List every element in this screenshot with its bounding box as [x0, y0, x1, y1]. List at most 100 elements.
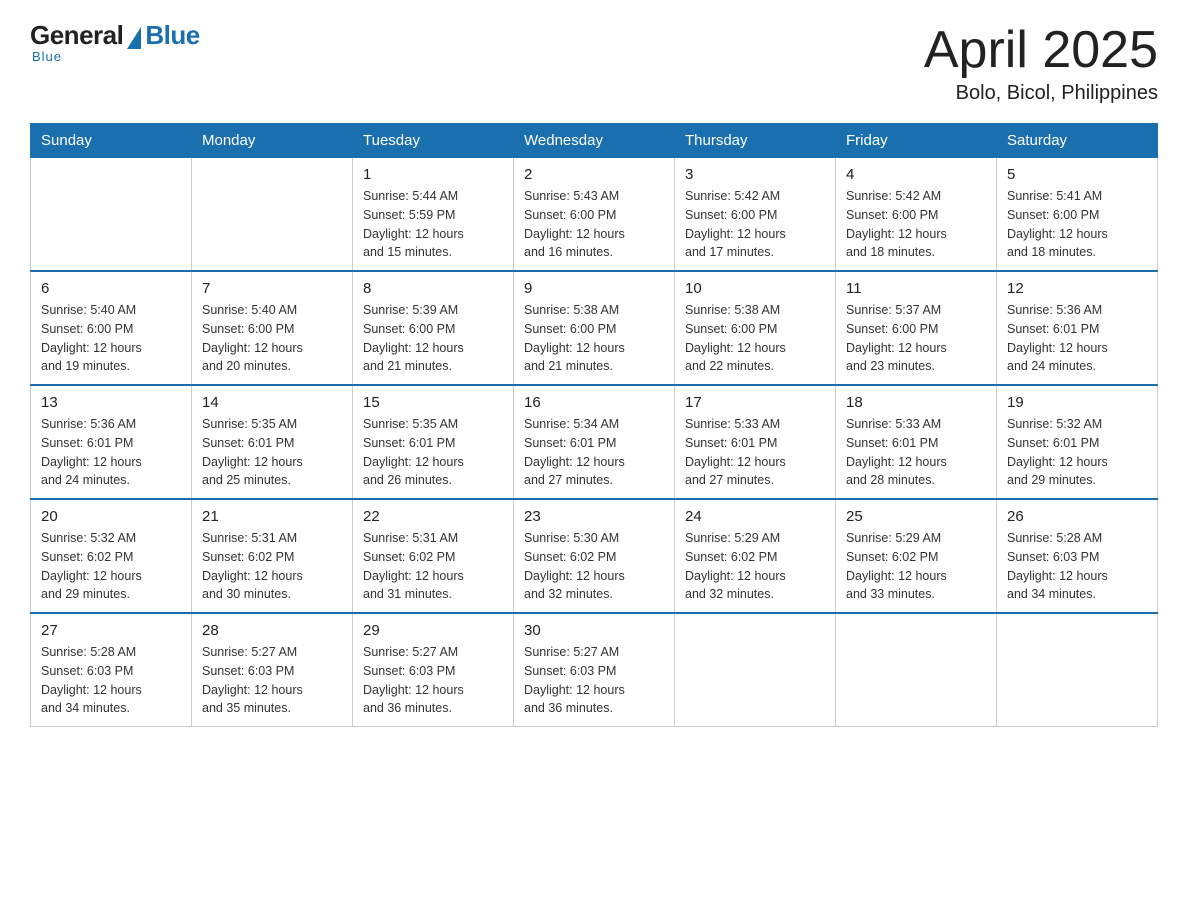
- calendar-header-thursday: Thursday: [675, 124, 836, 158]
- day-info: Sunrise: 5:29 AM Sunset: 6:02 PM Dayligh…: [846, 529, 986, 604]
- calendar-day-cell: 21 Sunrise: 5:31 AM Sunset: 6:02 PM Dayli…: [192, 499, 353, 613]
- day-info: Sunrise: 5:37 AM Sunset: 6:00 PM Dayligh…: [846, 301, 986, 376]
- calendar-week-row: 1 Sunrise: 5:44 AM Sunset: 5:59 PM Daylig…: [31, 158, 1158, 272]
- day-info: Sunrise: 5:27 AM Sunset: 6:03 PM Dayligh…: [363, 643, 503, 718]
- day-info: Sunrise: 5:30 AM Sunset: 6:02 PM Dayligh…: [524, 529, 664, 604]
- day-number: 10: [685, 280, 825, 297]
- day-number: 28: [202, 622, 342, 639]
- calendar-day-cell: 29 Sunrise: 5:27 AM Sunset: 6:03 PM Dayli…: [353, 613, 514, 727]
- calendar-header-saturday: Saturday: [997, 124, 1158, 158]
- calendar-day-cell: 28 Sunrise: 5:27 AM Sunset: 6:03 PM Dayli…: [192, 613, 353, 727]
- calendar-day-cell: 5 Sunrise: 5:41 AM Sunset: 6:00 PM Daylig…: [997, 158, 1158, 272]
- day-number: 17: [685, 394, 825, 411]
- calendar-day-cell: 19 Sunrise: 5:32 AM Sunset: 6:01 PM Dayli…: [997, 385, 1158, 499]
- calendar-day-cell: 14Sunrise: 5:35 AM Sunset: 6:01 PM Dayli…: [192, 385, 353, 499]
- calendar-day-cell: 4Sunrise: 5:42 AM Sunset: 6:00 PM Daylig…: [836, 158, 997, 272]
- calendar-table: SundayMondayTuesdayWednesdayThursdayFrid…: [30, 123, 1158, 727]
- day-info: Sunrise: 5:27 AM Sunset: 6:03 PM Dayligh…: [202, 643, 342, 718]
- day-info: Sunrise: 5:41 AM Sunset: 6:00 PM Dayligh…: [1007, 187, 1147, 262]
- day-number: 5: [1007, 166, 1147, 183]
- day-info: Sunrise: 5:38 AM Sunset: 6:00 PM Dayligh…: [685, 301, 825, 376]
- day-number: 27: [41, 622, 181, 639]
- day-info: Sunrise: 5:32 AM Sunset: 6:01 PM Dayligh…: [1007, 415, 1147, 490]
- calendar-day-cell: [31, 158, 192, 272]
- day-number: 1: [363, 166, 503, 183]
- day-number: 11: [846, 280, 986, 297]
- calendar-day-cell: 27 Sunrise: 5:28 AM Sunset: 6:03 PM Dayli…: [31, 613, 192, 727]
- day-info: Sunrise: 5:35 AM Sunset: 6:01 PM Dayligh…: [363, 415, 503, 490]
- calendar-header-tuesday: Tuesday: [353, 124, 514, 158]
- calendar-title: April 2025: [924, 20, 1158, 80]
- calendar-day-cell: 11 Sunrise: 5:37 AM Sunset: 6:00 PM Dayli…: [836, 271, 997, 385]
- day-number: 30: [524, 622, 664, 639]
- calendar-day-cell: [675, 613, 836, 727]
- calendar-day-cell: 8Sunrise: 5:39 AM Sunset: 6:00 PM Daylig…: [353, 271, 514, 385]
- calendar-day-cell: 13Sunrise: 5:36 AM Sunset: 6:01 PM Dayli…: [31, 385, 192, 499]
- page-header: General Blue Blue April 2025 Bolo, Bicol…: [30, 20, 1158, 105]
- calendar-header-wednesday: Wednesday: [514, 124, 675, 158]
- day-info: Sunrise: 5:31 AM Sunset: 6:02 PM Dayligh…: [363, 529, 503, 604]
- day-info: Sunrise: 5:42 AM Sunset: 6:00 PM Dayligh…: [685, 187, 825, 262]
- day-number: 26: [1007, 508, 1147, 525]
- logo-triangle-icon: [127, 27, 141, 49]
- calendar-day-cell: 12Sunrise: 5:36 AM Sunset: 6:01 PM Dayli…: [997, 271, 1158, 385]
- calendar-day-cell: 22 Sunrise: 5:31 AM Sunset: 6:02 PM Dayli…: [353, 499, 514, 613]
- logo-underline-text: Blue: [32, 49, 62, 64]
- day-info: Sunrise: 5:33 AM Sunset: 6:01 PM Dayligh…: [685, 415, 825, 490]
- calendar-header-row: SundayMondayTuesdayWednesdayThursdayFrid…: [31, 124, 1158, 158]
- calendar-day-cell: 26Sunrise: 5:28 AM Sunset: 6:03 PM Dayli…: [997, 499, 1158, 613]
- logo-blue-text: Blue: [145, 20, 199, 51]
- title-block: April 2025 Bolo, Bicol, Philippines: [924, 20, 1158, 105]
- calendar-day-cell: 2Sunrise: 5:43 AM Sunset: 6:00 PM Daylig…: [514, 158, 675, 272]
- calendar-week-row: 20 Sunrise: 5:32 AM Sunset: 6:02 PM Dayli…: [31, 499, 1158, 613]
- day-number: 29: [363, 622, 503, 639]
- day-info: Sunrise: 5:38 AM Sunset: 6:00 PM Dayligh…: [524, 301, 664, 376]
- calendar-day-cell: 16 Sunrise: 5:34 AM Sunset: 6:01 PM Dayli…: [514, 385, 675, 499]
- day-info: Sunrise: 5:44 AM Sunset: 5:59 PM Dayligh…: [363, 187, 503, 262]
- day-info: Sunrise: 5:36 AM Sunset: 6:01 PM Dayligh…: [41, 415, 181, 490]
- day-number: 21: [202, 508, 342, 525]
- day-number: 7: [202, 280, 342, 297]
- calendar-day-cell: 24 Sunrise: 5:29 AM Sunset: 6:02 PM Dayli…: [675, 499, 836, 613]
- day-number: 22: [363, 508, 503, 525]
- day-number: 16: [524, 394, 664, 411]
- calendar-header-monday: Monday: [192, 124, 353, 158]
- day-info: Sunrise: 5:35 AM Sunset: 6:01 PM Dayligh…: [202, 415, 342, 490]
- calendar-day-cell: [997, 613, 1158, 727]
- calendar-day-cell: 1 Sunrise: 5:44 AM Sunset: 5:59 PM Daylig…: [353, 158, 514, 272]
- calendar-day-cell: 9 Sunrise: 5:38 AM Sunset: 6:00 PM Daylig…: [514, 271, 675, 385]
- day-number: 24: [685, 508, 825, 525]
- calendar-day-cell: 23Sunrise: 5:30 AM Sunset: 6:02 PM Dayli…: [514, 499, 675, 613]
- day-number: 12: [1007, 280, 1147, 297]
- day-number: 18: [846, 394, 986, 411]
- calendar-day-cell: 25 Sunrise: 5:29 AM Sunset: 6:02 PM Dayli…: [836, 499, 997, 613]
- day-info: Sunrise: 5:42 AM Sunset: 6:00 PM Dayligh…: [846, 187, 986, 262]
- day-info: Sunrise: 5:34 AM Sunset: 6:01 PM Dayligh…: [524, 415, 664, 490]
- day-number: 19: [1007, 394, 1147, 411]
- calendar-day-cell: 18Sunrise: 5:33 AM Sunset: 6:01 PM Dayli…: [836, 385, 997, 499]
- calendar-day-cell: [836, 613, 997, 727]
- calendar-day-cell: 20 Sunrise: 5:32 AM Sunset: 6:02 PM Dayli…: [31, 499, 192, 613]
- calendar-day-cell: 15 Sunrise: 5:35 AM Sunset: 6:01 PM Dayli…: [353, 385, 514, 499]
- day-info: Sunrise: 5:28 AM Sunset: 6:03 PM Dayligh…: [41, 643, 181, 718]
- calendar-day-cell: [192, 158, 353, 272]
- day-number: 25: [846, 508, 986, 525]
- calendar-day-cell: 3 Sunrise: 5:42 AM Sunset: 6:00 PM Daylig…: [675, 158, 836, 272]
- day-number: 6: [41, 280, 181, 297]
- calendar-day-cell: 17 Sunrise: 5:33 AM Sunset: 6:01 PM Dayli…: [675, 385, 836, 499]
- logo-general-text: General: [30, 20, 123, 51]
- calendar-week-row: 6 Sunrise: 5:40 AM Sunset: 6:00 PM Daylig…: [31, 271, 1158, 385]
- logo: General Blue Blue: [30, 20, 200, 64]
- day-info: Sunrise: 5:40 AM Sunset: 6:00 PM Dayligh…: [41, 301, 181, 376]
- day-info: Sunrise: 5:32 AM Sunset: 6:02 PM Dayligh…: [41, 529, 181, 604]
- day-number: 20: [41, 508, 181, 525]
- day-number: 15: [363, 394, 503, 411]
- calendar-day-cell: 10 Sunrise: 5:38 AM Sunset: 6:00 PM Dayli…: [675, 271, 836, 385]
- day-info: Sunrise: 5:29 AM Sunset: 6:02 PM Dayligh…: [685, 529, 825, 604]
- day-number: 2: [524, 166, 664, 183]
- day-number: 9: [524, 280, 664, 297]
- day-info: Sunrise: 5:31 AM Sunset: 6:02 PM Dayligh…: [202, 529, 342, 604]
- day-number: 3: [685, 166, 825, 183]
- day-info: Sunrise: 5:40 AM Sunset: 6:00 PM Dayligh…: [202, 301, 342, 376]
- calendar-week-row: 27 Sunrise: 5:28 AM Sunset: 6:03 PM Dayli…: [31, 613, 1158, 727]
